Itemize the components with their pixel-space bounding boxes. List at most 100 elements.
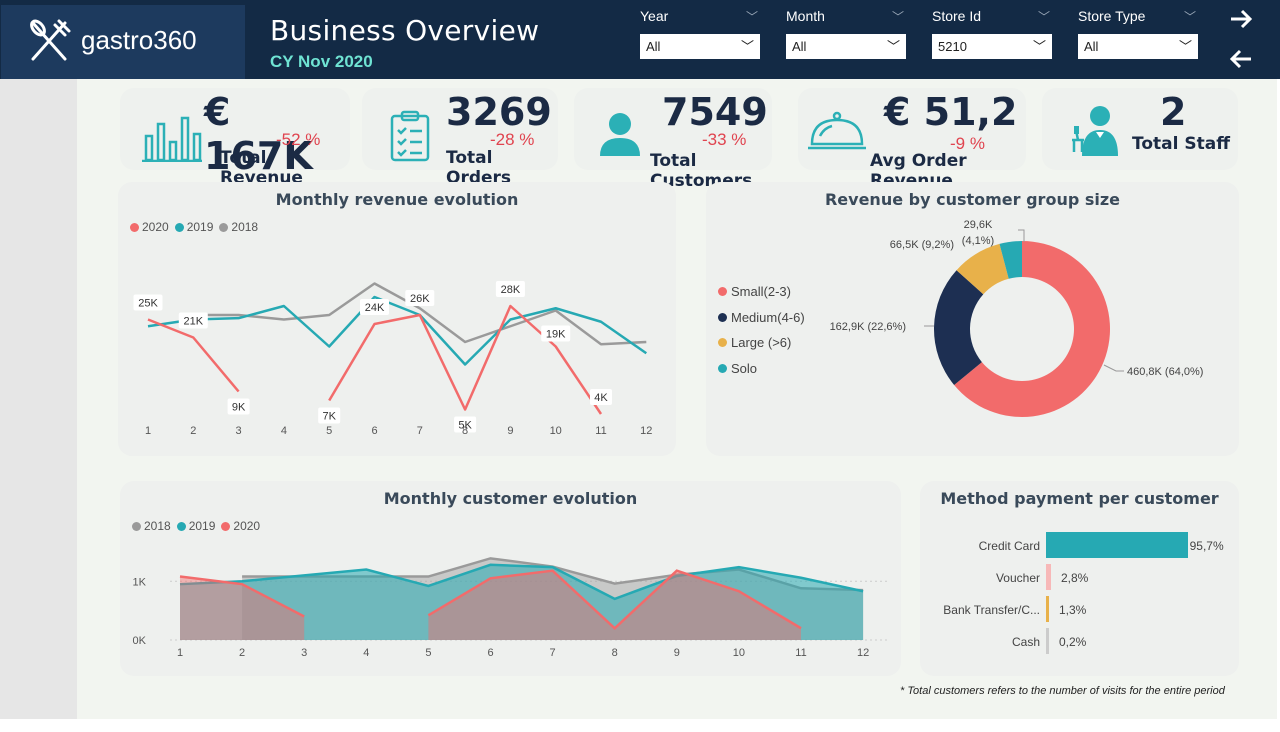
revenue-line-chart[interactable]: 25K21K9K7K24K26K5K28K19K4K1 2 3 4 5 6 7 8 9 10 11 1…: [118, 242, 676, 456]
filter-store-type-label: Store Type: [1078, 8, 1146, 24]
x-tick-label: 10: [550, 425, 562, 437]
bar-value-label: 95,7%: [1189, 539, 1224, 553]
slice-label-solo-pct: (4,1%): [962, 235, 994, 247]
person-icon: [600, 113, 640, 156]
bar[interactable]: [1046, 532, 1188, 558]
chart-legend: 2018 2019 2020: [132, 519, 260, 533]
y-tick-label: 0K: [133, 635, 147, 647]
leader-line: [1018, 229, 1025, 242]
filter-store-id-select[interactable]: 5210 ﹀: [932, 34, 1052, 59]
legend-item-2020[interactable]: 2020: [130, 220, 169, 234]
payment-bar-chart[interactable]: Credit Card 95,7% Voucher 2,8% Bank Transfer…: [920, 481, 1239, 676]
series-line-2020: [328, 304, 603, 415]
data-label: 9K: [227, 398, 250, 415]
kpi-value: 2: [1160, 90, 1187, 134]
slice-label-small: 460,8K (64,0%): [1127, 366, 1203, 378]
x-tick-label: 4: [281, 425, 287, 437]
logo-text: gastro360: [81, 25, 197, 55]
kpi-total-staff: 2 Total Staff: [1042, 88, 1238, 170]
legend-item-2019[interactable]: 2019: [176, 519, 215, 533]
slice-label-medium: 162,9K (22,6%): [830, 321, 906, 333]
legend-item-2020[interactable]: 2020: [221, 519, 260, 533]
arrow-right-icon[interactable]: [1226, 6, 1256, 34]
kpi-avg-order-revenue: € 51,2 -9 % Avg Order Revenue: [798, 88, 1026, 191]
page-title: Business Overview: [270, 14, 540, 47]
bar-chart-icon: [142, 116, 202, 162]
data-label: 24K: [360, 299, 389, 315]
bar-category-label: Bank Transfer/C...: [943, 603, 1040, 617]
svg-text:19K: 19K: [546, 329, 566, 341]
bar[interactable]: [1046, 564, 1051, 590]
x-tick-label: 6: [371, 425, 377, 437]
x-tick-label: 1: [177, 647, 183, 659]
filter-month-select[interactable]: All ﹀: [786, 34, 906, 59]
x-tick-label: 3: [301, 647, 307, 659]
x-tick-label: 10: [733, 647, 745, 659]
bar[interactable]: [1046, 596, 1049, 622]
svg-text:21K: 21K: [184, 316, 204, 328]
data-label: 4K: [590, 389, 612, 405]
legend-item-2019[interactable]: 2019: [174, 220, 213, 234]
customer-area-chart[interactable]: 0K1K1 2 3 4 5 6 7 8 9 10 11 12: [120, 541, 901, 676]
kpi-value: 3269: [446, 90, 552, 134]
x-tick-label: 6: [487, 647, 493, 659]
legend-item-2018[interactable]: 2018: [219, 220, 258, 234]
chevron-down-icon: ﹀: [1183, 10, 1196, 24]
page-subtitle: CY Nov 2020: [270, 52, 373, 71]
left-strip: [0, 79, 77, 719]
bar-value-label: 1,3%: [1059, 603, 1087, 617]
x-tick-label: 11: [595, 425, 606, 437]
svg-text:4K: 4K: [594, 392, 608, 404]
data-label: 25K: [133, 294, 163, 311]
filter-month[interactable]: Month ﹀ All ﹀: [786, 8, 908, 59]
x-tick-label: 8: [462, 425, 468, 437]
kpi-label: Total Staff: [1132, 134, 1230, 154]
y-tick-label: 1K: [133, 576, 147, 588]
clipboard-icon: [390, 110, 430, 162]
x-tick-label: 12: [640, 425, 652, 437]
chevron-down-icon: ﹀: [745, 10, 758, 24]
filter-store-type[interactable]: Store Type ﹀ All ﹀: [1078, 8, 1200, 59]
filter-year[interactable]: Year ﹀ All ﹀: [640, 8, 762, 59]
payment-method-panel: Method payment per customer Credit Card 9…: [920, 481, 1239, 676]
x-tick-label: 4: [363, 647, 369, 659]
x-tick-label: 9: [674, 647, 680, 659]
bar[interactable]: [1046, 628, 1049, 654]
logo: gastro360: [1, 5, 245, 79]
slice-label-solo: 29,6K: [964, 219, 993, 231]
svg-text:26K: 26K: [410, 293, 430, 305]
footnote: * Total customers refers to the number o…: [900, 685, 1225, 697]
x-tick-label: 7: [417, 425, 423, 437]
chevron-down-icon: ﹀: [1178, 39, 1192, 54]
x-tick-label: 1: [145, 425, 151, 437]
chevron-down-icon: ﹀: [740, 39, 754, 54]
filter-store-id[interactable]: Store Id ﹀ 5210 ﹀: [932, 8, 1054, 59]
data-label: 26K: [405, 290, 435, 306]
slice-label-large: 66,5K (9,2%): [890, 239, 954, 251]
filter-year-label: Year: [640, 8, 669, 24]
x-tick-label: 12: [857, 647, 869, 659]
kpi-delta: -52 %: [276, 130, 321, 149]
kpi-value: 7549: [662, 90, 768, 134]
svg-text:28K: 28K: [501, 284, 521, 296]
bar-category-label: Cash: [1011, 635, 1040, 649]
series-line-2019: [147, 295, 648, 366]
filter-month-label: Month: [786, 8, 825, 24]
svg-text:7K: 7K: [322, 411, 336, 423]
x-tick-label: 3: [236, 425, 242, 437]
chevron-down-icon: ﹀: [1032, 39, 1046, 54]
filter-year-select[interactable]: All ﹀: [640, 34, 760, 59]
revenue-evolution-panel: Monthly revenue evolution 2020 2019 2018…: [118, 182, 676, 456]
filter-store-id-label: Store Id: [932, 8, 982, 24]
legend-item-2018[interactable]: 2018: [132, 519, 171, 533]
waiter-icon: [1072, 106, 1118, 156]
donut-chart[interactable]: 460,8K (64,0%) 162,9K (22,6%) 66,5K (9,2%)…: [706, 182, 1239, 456]
kpi-total-revenue: € 167K -52 % Total Revenue: [120, 88, 350, 188]
leader-line: [1103, 364, 1124, 372]
kpi-total-orders: 3269 -28 % Total Orders: [362, 88, 558, 188]
bar-value-label: 0,2%: [1059, 635, 1087, 649]
filter-store-type-select[interactable]: All ﹀: [1078, 34, 1198, 59]
chevron-down-icon: ﹀: [1037, 10, 1050, 24]
x-tick-label: 2: [190, 425, 196, 437]
arrow-left-icon[interactable]: [1226, 46, 1256, 74]
